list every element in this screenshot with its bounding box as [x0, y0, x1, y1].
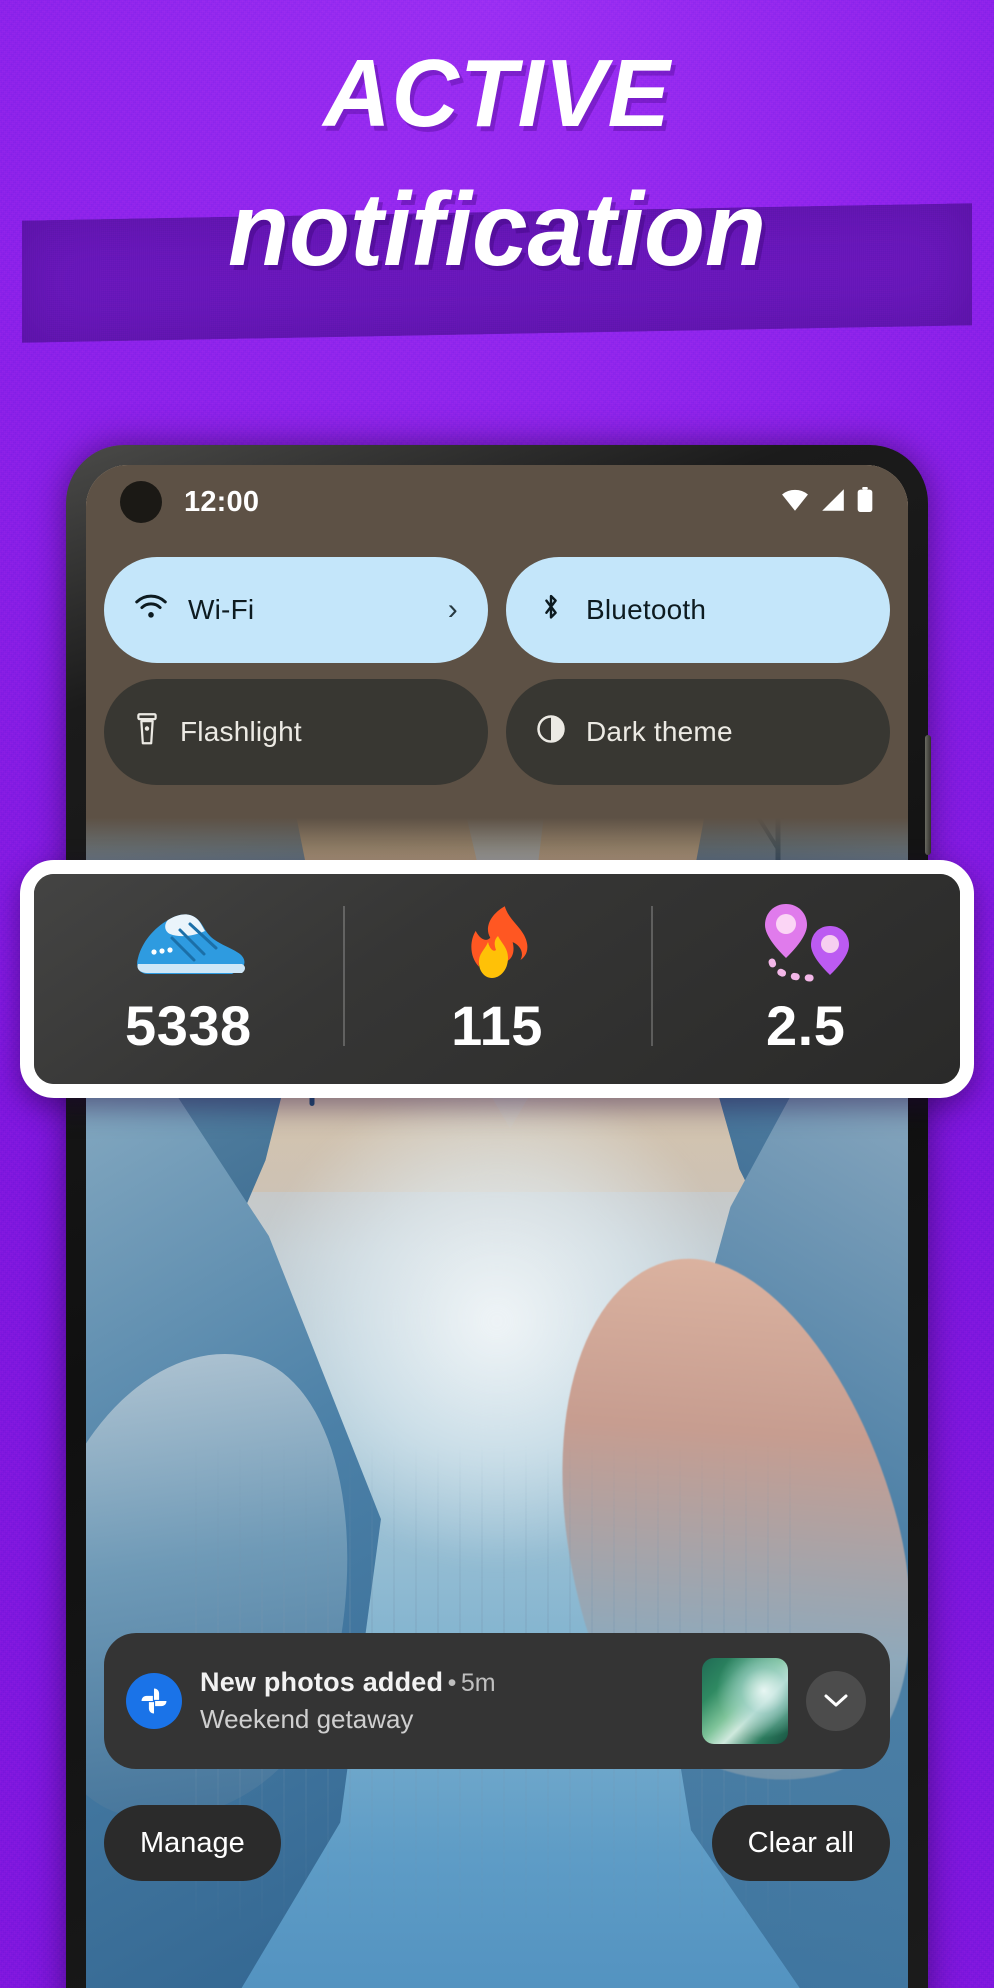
- quick-tile-flashlight[interactable]: Flashlight: [104, 679, 488, 785]
- notification-title-row: New photos added • 5m: [200, 1667, 684, 1698]
- wifi-icon: [134, 593, 168, 628]
- fitness-stat-value: 115: [451, 994, 543, 1057]
- route-pins-icon: [754, 900, 858, 986]
- quick-tile-label: Bluetooth: [586, 594, 707, 625]
- cellular-signal-icon: [819, 488, 847, 517]
- battery-icon: [856, 486, 874, 518]
- google-photos-icon: [126, 1673, 182, 1729]
- headline-active: ACTIVE: [323, 40, 671, 147]
- chevron-down-icon[interactable]: [806, 1671, 866, 1731]
- power-button[interactable]: [925, 735, 931, 855]
- fitness-stat-steps: 5338: [34, 900, 343, 1054]
- quick-settings-grid: Wi-Fi › Bluetooth Flashlight Dark theme: [104, 557, 890, 785]
- promo-screenshot: ACTIVE notification 12:00 Wi-Fi › Blueto…: [0, 0, 994, 1988]
- flashlight-icon: [134, 712, 160, 752]
- phone-device-frame: 12:00 Wi-Fi › Bluetooth Flashlight Dark …: [66, 445, 931, 1988]
- notification-separator: •: [447, 1669, 457, 1697]
- quick-tile-dark-theme[interactable]: Dark theme: [506, 679, 890, 785]
- quick-tile-wifi[interactable]: Wi-Fi ›: [104, 557, 488, 663]
- wifi-icon: [780, 488, 810, 517]
- notification-text: New photos added • 5m Weekend getaway: [200, 1667, 684, 1735]
- front-camera-icon: [120, 481, 162, 523]
- notification-subtitle: Weekend getaway: [200, 1704, 414, 1734]
- fitness-stat-calories: 115: [342, 900, 652, 1057]
- headline-group: ACTIVE: [0, 40, 994, 147]
- clear-all-button[interactable]: Clear all: [711, 1805, 890, 1881]
- running-shoe-icon: [128, 900, 248, 986]
- quick-tile-label: Wi-Fi: [188, 594, 255, 625]
- fitness-notification-highlight: 5338 115 2.5: [20, 860, 974, 1098]
- flame-icon: [460, 900, 534, 986]
- chevron-right-icon[interactable]: ›: [448, 593, 458, 627]
- notification-thumbnail[interactable]: [702, 1658, 788, 1744]
- fitness-stat-distance: 2.5: [651, 900, 960, 1054]
- headline-notification: notification: [228, 172, 766, 288]
- notification-title: New photos added: [200, 1667, 444, 1697]
- contrast-icon: [536, 714, 566, 751]
- fitness-stat-value: 2.5: [766, 994, 846, 1057]
- quick-tile-bluetooth[interactable]: Bluetooth: [506, 557, 890, 663]
- fitness-notification[interactable]: 5338 115 2.5: [34, 874, 960, 1084]
- phone-screen: 12:00 Wi-Fi › Bluetooth Flashlight Dark …: [86, 465, 908, 1988]
- status-bar-icons: [780, 486, 874, 518]
- notification-actions: Manage Clear all: [104, 1805, 890, 1881]
- status-bar-clock: 12:00: [184, 485, 260, 518]
- bluetooth-icon: [536, 592, 566, 629]
- notification-time: 5m: [460, 1669, 496, 1697]
- fitness-stat-value: 5338: [125, 994, 252, 1057]
- quick-tile-label: Flashlight: [180, 716, 302, 747]
- quick-tile-label: Dark theme: [586, 716, 733, 747]
- status-bar: 12:00: [86, 465, 908, 539]
- photos-notification[interactable]: New photos added • 5m Weekend getaway: [104, 1633, 890, 1769]
- manage-button[interactable]: Manage: [104, 1805, 281, 1881]
